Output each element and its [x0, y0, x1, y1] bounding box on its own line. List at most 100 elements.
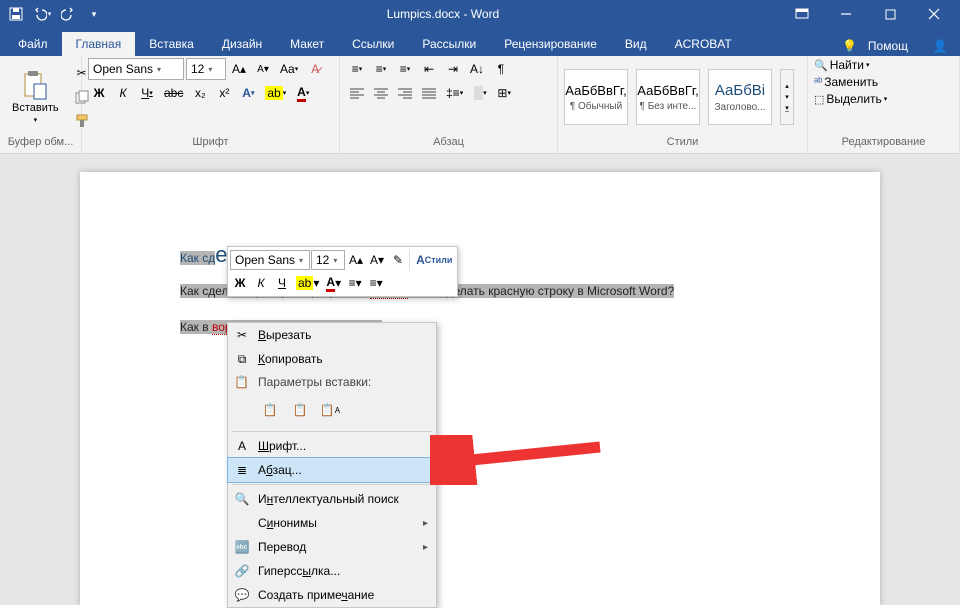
mini-shrink-font[interactable]: A▾	[367, 249, 387, 271]
qat-customize[interactable]: ▾	[82, 2, 106, 26]
ctx-comment[interactable]: 💬Создать примечание	[228, 583, 436, 607]
font-group-label: Шрифт	[88, 136, 333, 152]
tab-insert[interactable]: Вставка	[135, 32, 208, 56]
tab-review[interactable]: Рецензирование	[490, 32, 611, 56]
mini-underline[interactable]: Ч	[272, 272, 292, 294]
ctx-cut[interactable]: ✂Вырезать	[228, 323, 436, 347]
ctx-paste-header: 📋Параметры вставки:	[228, 371, 436, 393]
bold-button[interactable]: Ж	[88, 82, 110, 104]
tab-view[interactable]: Вид	[611, 32, 661, 56]
borders-button[interactable]: ⊞▾	[493, 82, 515, 104]
shrink-font-button[interactable]: A▾	[252, 58, 274, 80]
mini-italic[interactable]: К	[251, 272, 271, 294]
tell-me-icon[interactable]: 💡	[840, 36, 860, 56]
numbering-button[interactable]: ≡▾	[370, 58, 392, 80]
ctx-font[interactable]: AШрифт...	[228, 434, 436, 458]
ctx-copy[interactable]: ⧉Копировать	[228, 347, 436, 371]
bullets-button[interactable]: ≡▾	[346, 58, 368, 80]
styles-more-button[interactable]: ▴▾▾̲	[780, 69, 794, 125]
tab-layout[interactable]: Макет	[276, 32, 338, 56]
tell-me-label[interactable]: Помощ	[868, 39, 908, 53]
font-name-combo[interactable]: Open Sans▾	[88, 58, 184, 80]
redo-button[interactable]	[56, 2, 80, 26]
text-effects-button[interactable]: A▾	[237, 82, 259, 104]
translate-icon: 🔤	[234, 540, 250, 554]
scissors-icon: ✂	[234, 328, 250, 342]
context-menu: ✂Вырезать ⧉Копировать 📋Параметры вставки…	[227, 322, 437, 608]
line-spacing-button[interactable]: ‡≡▾	[442, 82, 467, 104]
underline-button[interactable]: Ч▾	[136, 82, 158, 104]
replace-button[interactable]: ᵃᵇЗаменить	[814, 75, 878, 89]
save-button[interactable]	[4, 2, 28, 26]
ctx-paragraph[interactable]: ≣Абзац...	[228, 458, 436, 482]
highlight-button[interactable]: ab▾	[261, 82, 290, 104]
italic-button[interactable]: К	[112, 82, 134, 104]
align-center-button[interactable]	[370, 82, 392, 104]
ribbon-tabs: Файл Главная Вставка Дизайн Макет Ссылки…	[0, 28, 960, 56]
style-heading1[interactable]: АаБбВіЗаголово...	[708, 69, 772, 125]
mini-format-painter[interactable]: ✎	[388, 249, 408, 271]
copy-icon: ⧉	[234, 352, 250, 367]
dec-indent-button[interactable]: ⇤	[418, 58, 440, 80]
comment-icon: 💬	[234, 588, 250, 602]
paste-button[interactable]: Вставить ▾	[6, 62, 65, 132]
multilevel-button[interactable]: ≡▾	[394, 58, 416, 80]
paste-label: Вставить	[12, 102, 59, 114]
clipboard-group-label: Буфер обм...	[6, 136, 75, 152]
subscript-button[interactable]: x₂	[189, 82, 211, 104]
paragraph-group-label: Абзац	[346, 136, 551, 152]
ribbon: Вставить ▾ ✂ Буфер обм... Open Sans▾ 12▾…	[0, 56, 960, 154]
tab-mailings[interactable]: Рассылки	[408, 32, 490, 56]
undo-button[interactable]: ▾	[30, 2, 54, 26]
show-marks-button[interactable]: ¶	[490, 58, 512, 80]
tab-home[interactable]: Главная	[62, 32, 136, 56]
ctx-translate[interactable]: 🔤Перевод▸	[228, 535, 436, 559]
tab-acrobat[interactable]: ACROBAT	[661, 32, 746, 56]
select-button[interactable]: ⬚Выделить▾	[814, 92, 887, 106]
strike-button[interactable]: abc	[160, 82, 187, 104]
tab-references[interactable]: Ссылки	[338, 32, 408, 56]
mini-styles-button[interactable]: AСтили	[409, 249, 455, 271]
grow-font-button[interactable]: A▴	[228, 58, 250, 80]
mini-font-color[interactable]: A▾	[323, 272, 344, 294]
tab-file[interactable]: Файл	[4, 32, 62, 56]
paste-keep-source[interactable]: 📋	[258, 397, 282, 423]
shading-button[interactable]: ▾	[469, 82, 491, 104]
paste-text-only[interactable]: 📋A	[318, 397, 342, 423]
ctx-smart-lookup[interactable]: 🔍Интеллектуальный поиск	[228, 487, 436, 511]
mini-font-combo[interactable]: Open Sans▾	[230, 250, 310, 270]
mini-grow-font[interactable]: A▴	[346, 249, 366, 271]
mini-bold[interactable]: Ж	[230, 272, 250, 294]
find-button[interactable]: 🔍Найти▾	[814, 58, 869, 72]
inc-indent-button[interactable]: ⇥	[442, 58, 464, 80]
title-bar: ▾ ▾ Lumpics.docx - Word	[0, 0, 960, 28]
align-left-button[interactable]	[346, 82, 368, 104]
superscript-button[interactable]: x²	[213, 82, 235, 104]
mini-highlight[interactable]: ab▾	[293, 272, 322, 294]
account-icon[interactable]: 👤	[930, 36, 950, 56]
paragraph-icon: ≣	[234, 463, 250, 477]
mini-bullets[interactable]: ≡▾	[345, 272, 365, 294]
tab-design[interactable]: Дизайн	[208, 32, 276, 56]
style-nospacing[interactable]: АаБбВвГг,¶ Без инте...	[636, 69, 700, 125]
link-icon: 🔗	[234, 564, 250, 578]
style-normal[interactable]: АаБбВвГг,¶ Обычный	[564, 69, 628, 125]
font-color-button[interactable]: A▾	[292, 82, 314, 104]
font-size-combo[interactable]: 12▾	[186, 58, 226, 80]
minimize-button[interactable]	[824, 0, 868, 28]
align-right-button[interactable]	[394, 82, 416, 104]
paste-merge[interactable]: 📋	[288, 397, 312, 423]
clear-format-button[interactable]: A̷	[304, 58, 326, 80]
justify-button[interactable]	[418, 82, 440, 104]
ctx-hyperlink[interactable]: 🔗Гиперссылка...	[228, 559, 436, 583]
mini-size-combo[interactable]: 12▾	[311, 250, 345, 270]
ribbon-options-button[interactable]	[780, 0, 824, 28]
document-area[interactable]: Как сделать красную строку Как сделать к…	[0, 154, 960, 605]
ctx-synonyms[interactable]: Синонимы▸	[228, 511, 436, 535]
change-case-button[interactable]: Aa▾	[276, 58, 302, 80]
maximize-button[interactable]	[868, 0, 912, 28]
mini-numbering[interactable]: ≡▾	[366, 272, 386, 294]
close-button[interactable]	[912, 0, 956, 28]
sort-button[interactable]: A↓	[466, 58, 488, 80]
window-title: Lumpics.docx - Word	[106, 7, 780, 21]
